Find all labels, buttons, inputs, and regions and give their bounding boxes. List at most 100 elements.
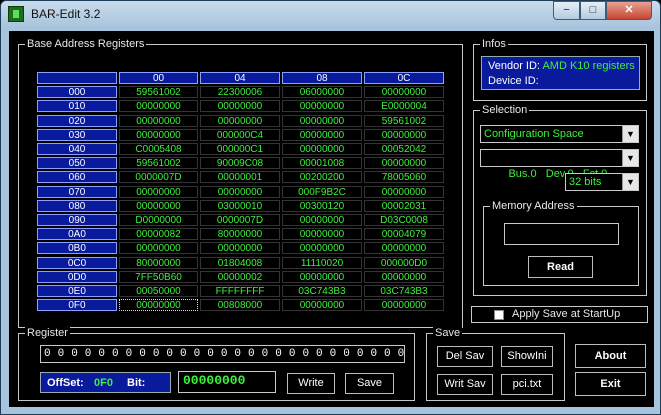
register-cell[interactable]: 00000000 xyxy=(282,100,362,112)
register-cell[interactable]: 00000001 xyxy=(200,171,280,183)
address-space-value: Configuration Space xyxy=(484,128,584,140)
chevron-down-icon[interactable]: ▼ xyxy=(622,150,638,166)
register-cell[interactable]: 00200200 xyxy=(282,171,362,183)
register-cell[interactable]: 00000000 xyxy=(282,271,362,283)
register-cell[interactable]: 00000000 xyxy=(364,186,444,198)
pci-device-select[interactable]: Bus.0 Dev.0 Fct.0 ▼ xyxy=(480,149,639,180)
exit-button[interactable]: Exit xyxy=(575,372,646,396)
infos-groupbox-title: Infos xyxy=(480,38,508,50)
row-offset-header: 040 xyxy=(37,143,117,155)
register-cell[interactable]: 00000082 xyxy=(119,228,198,240)
register-cell[interactable]: 00000000 xyxy=(282,242,362,254)
register-cell[interactable]: 90009C08 xyxy=(200,157,280,169)
register-cell[interactable]: 7FF50B60 xyxy=(119,271,198,283)
register-cell[interactable]: 22300006 xyxy=(200,86,280,98)
apply-save-checkbox-row[interactable]: Apply Save at StartUp xyxy=(471,306,648,323)
register-cell[interactable]: 00000000 xyxy=(119,115,198,127)
register-cell[interactable]: 00000000 xyxy=(364,242,444,254)
register-cell[interactable]: 03C743B3 xyxy=(364,285,444,297)
register-cell[interactable]: D03C0008 xyxy=(364,214,444,226)
register-cell[interactable]: 59561002 xyxy=(119,86,198,98)
register-cell[interactable]: 00000000 xyxy=(119,100,198,112)
register-cell[interactable]: 03000010 xyxy=(200,200,280,212)
register-cell[interactable]: 00000000 xyxy=(200,100,280,112)
del-sav-button[interactable]: Del Sav xyxy=(437,346,493,367)
register-cell[interactable]: 00300120 xyxy=(282,200,362,212)
register-cell[interactable]: 00000000 xyxy=(364,271,444,283)
memory-address-input[interactable] xyxy=(504,223,619,245)
register-cell[interactable]: 00000000 xyxy=(364,86,444,98)
register-cell[interactable]: 00000000 xyxy=(364,129,444,141)
offset-panel: OffSet: 0F0 Bit: xyxy=(40,372,171,393)
register-cell[interactable]: 80000000 xyxy=(119,257,198,269)
register-cell[interactable]: 00001008 xyxy=(282,157,362,169)
register-cell[interactable]: 00000000 xyxy=(282,143,362,155)
register-cell[interactable]: 00000002 xyxy=(200,271,280,283)
column-header: 0C xyxy=(364,72,444,84)
minimize-button[interactable]: − xyxy=(553,1,580,20)
register-cell[interactable]: 59561002 xyxy=(119,157,198,169)
register-cell[interactable]: 00000000 xyxy=(119,242,198,254)
register-cell[interactable]: 00000000 xyxy=(282,299,362,311)
register-cell[interactable]: FFFFFFFF xyxy=(200,285,280,297)
register-cell[interactable]: 00000000 xyxy=(119,200,198,212)
register-cell[interactable]: 00050000 xyxy=(119,285,198,297)
register-cell[interactable]: D0000000 xyxy=(119,214,198,226)
row-offset-header: 050 xyxy=(37,157,117,169)
register-cell[interactable]: 06000000 xyxy=(282,86,362,98)
register-grid[interactable]: 00 04 08 0C 000 59561002 22300006 06000000 00000… xyxy=(37,72,449,320)
address-space-select[interactable]: Configuration Space ▼ xyxy=(480,125,639,143)
register-cell[interactable]: 00052042 xyxy=(364,143,444,155)
close-button[interactable]: ✕ xyxy=(606,1,652,20)
register-cell[interactable]: 00000000 xyxy=(282,214,362,226)
register-cell[interactable]: 00000000 xyxy=(200,186,280,198)
register-bits-field[interactable]: 0 0 0 0 0 0 0 0 0 0 0 0 0 0 0 0 0 0 0 0 … xyxy=(40,345,405,363)
register-cell[interactable]: 00000000 xyxy=(364,157,444,169)
register-cell[interactable]: E0000004 xyxy=(364,100,444,112)
width-select[interactable]: 32 bits ▼ xyxy=(565,173,639,191)
read-button[interactable]: Read xyxy=(528,256,593,278)
chevron-down-icon[interactable]: ▼ xyxy=(622,126,638,142)
register-cell[interactable]: 59561002 xyxy=(364,115,444,127)
data-value-field[interactable]: 00000000 xyxy=(178,371,276,393)
register-cell[interactable]: 00000000 xyxy=(119,129,198,141)
register-cell[interactable]: 03C743B3 xyxy=(282,285,362,297)
apply-save-label: Apply Save at StartUp xyxy=(512,308,621,320)
title-bar[interactable]: BAR-Edit 3.2 − □ ✕ xyxy=(1,1,660,28)
register-cell[interactable]: 11110020 xyxy=(282,257,362,269)
maximize-button[interactable]: □ xyxy=(580,1,606,20)
apply-save-checkbox[interactable] xyxy=(494,310,504,320)
row-offset-header: 0A0 xyxy=(37,228,117,240)
register-cell[interactable]: 00004079 xyxy=(364,228,444,240)
write-button[interactable]: Write xyxy=(287,373,335,394)
register-cell[interactable]: 00808000 xyxy=(200,299,280,311)
register-cell[interactable]: 01804008 xyxy=(200,257,280,269)
about-button[interactable]: About xyxy=(575,344,646,368)
register-cell[interactable]: 00000000 xyxy=(282,115,362,127)
register-cell[interactable]: 00000000 xyxy=(200,115,280,127)
register-cell[interactable]: 00000000 xyxy=(282,228,362,240)
register-groupbox: Register 0 0 0 0 0 0 0 0 0 0 0 0 0 0 0 0… xyxy=(18,327,415,401)
register-cell[interactable]: 00002031 xyxy=(364,200,444,212)
register-cell[interactable]: C0005408 xyxy=(119,143,198,155)
register-cell[interactable]: 0000007D xyxy=(119,171,198,183)
register-cell[interactable]: 00000000 xyxy=(119,299,198,311)
register-cell[interactable]: 80000000 xyxy=(200,228,280,240)
chevron-down-icon[interactable]: ▼ xyxy=(622,174,638,190)
show-ini-button[interactable]: ShowIni xyxy=(501,346,553,367)
register-cell[interactable]: 0000007D xyxy=(200,214,280,226)
save-register-button[interactable]: Save xyxy=(345,373,394,394)
register-cell[interactable]: 00000000 xyxy=(364,299,444,311)
register-cell[interactable]: 000000D0 xyxy=(364,257,444,269)
row-offset-header: 060 xyxy=(37,171,117,183)
register-cell[interactable]: 00000000 xyxy=(282,129,362,141)
pci-txt-button[interactable]: pci.txt xyxy=(501,374,553,395)
register-cell[interactable]: 00000000 xyxy=(119,186,198,198)
row-offset-header: 0B0 xyxy=(37,242,117,254)
register-cell[interactable]: 000000C1 xyxy=(200,143,280,155)
register-cell[interactable]: 00000000 xyxy=(200,242,280,254)
register-cell[interactable]: 78005060 xyxy=(364,171,444,183)
writ-sav-button[interactable]: Writ Sav xyxy=(437,374,493,395)
register-cell[interactable]: 000000C4 xyxy=(200,129,280,141)
register-cell[interactable]: 000F9B2C xyxy=(282,186,362,198)
